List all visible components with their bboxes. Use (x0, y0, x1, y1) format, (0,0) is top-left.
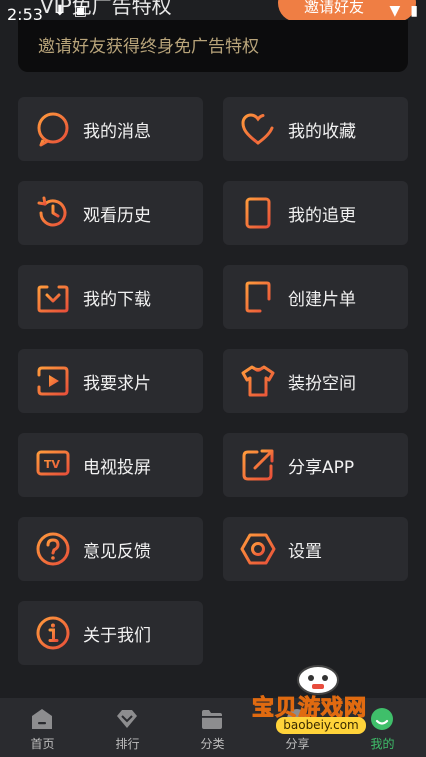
nav-label: 首页 (30, 737, 55, 751)
menu-item-label: 我的收藏 (288, 121, 356, 142)
a-status-icon: ▣ (73, 3, 87, 19)
menu-item-label: 观看历史 (83, 205, 151, 226)
nav-category[interactable]: 分类 (170, 698, 255, 757)
menu-item-label: 我的下载 (83, 289, 151, 310)
menu-item-share-app[interactable]: 分享APP (223, 433, 408, 497)
status-system-icons: ▼ ▮ (390, 3, 419, 19)
settings-icon (240, 533, 276, 565)
menu-item-dress-up[interactable]: 装扮空间 (223, 349, 408, 413)
menu-item-label: 创建片单 (288, 289, 356, 310)
tshirt-icon (241, 365, 275, 397)
menu-item-create-playlist[interactable]: 创建片单 (223, 265, 408, 329)
menu-item-label: 我要求片 (83, 373, 151, 394)
vip-description: 邀请好友获得终身免广告特权 (38, 37, 259, 57)
info-icon (36, 616, 70, 650)
heart-plus-icon (241, 112, 275, 145)
menu-item-settings[interactable]: 设置 (223, 517, 408, 581)
tv-icon: TV (36, 450, 70, 481)
wifi-icon: ▼ (389, 3, 401, 19)
document-list-icon (245, 197, 271, 229)
menu-item-label: 分享APP (288, 457, 355, 478)
menu-item-about[interactable]: 关于我们 (18, 601, 203, 665)
history-icon (37, 196, 67, 227)
nav-label: 排行 (115, 737, 140, 751)
menu-item-label: 电视投屏 (83, 457, 151, 478)
category-folder-icon (202, 710, 222, 729)
menu-item-history[interactable]: 观看历史 (18, 181, 203, 245)
video-request-icon (35, 366, 69, 396)
svg-text:TV: TV (44, 458, 61, 471)
ranking-icon (117, 710, 137, 728)
vip-banner[interactable]: 邀请好友获得终身免广告特权 (18, 20, 408, 72)
menu-item-label: 我的消息 (83, 121, 151, 142)
menu-item-favorites[interactable]: 我的收藏 (223, 97, 408, 161)
menu-item-messages[interactable]: 我的消息 (18, 97, 203, 161)
watermark-url: baobeiy.com (276, 717, 366, 734)
menu-item-label: 关于我们 (83, 625, 151, 646)
menu-item-label: 我的追更 (288, 205, 356, 226)
download-icon (37, 281, 69, 313)
status-notification-icons: ⬇ ▣ (54, 3, 87, 19)
battery-icon: ▮ (410, 3, 418, 19)
menu-item-tv-cast[interactable]: TV 电视投屏 (18, 433, 203, 497)
nav-ranking[interactable]: 排行 (85, 698, 170, 757)
menu-item-feedback[interactable]: 意见反馈 (18, 517, 203, 581)
download-status-icon: ⬇ (54, 3, 66, 19)
menu-item-label: 意见反馈 (83, 541, 151, 562)
menu-item-downloads[interactable]: 我的下载 (18, 265, 203, 329)
watermark: 宝贝游戏网 baobeiy.com (248, 660, 408, 752)
message-icon (37, 112, 69, 147)
menu-item-following[interactable]: 我的追更 (223, 181, 408, 245)
home-icon (32, 709, 52, 729)
menu-item-label: 设置 (288, 541, 322, 562)
question-icon (36, 532, 70, 566)
create-playlist-icon (245, 281, 273, 314)
menu-item-label: 装扮空间 (288, 373, 356, 394)
menu-item-request-video[interactable]: 我要求片 (18, 349, 203, 413)
nav-label: 分类 (200, 737, 225, 751)
share-icon (242, 449, 274, 481)
nav-home[interactable]: 首页 (0, 698, 85, 757)
